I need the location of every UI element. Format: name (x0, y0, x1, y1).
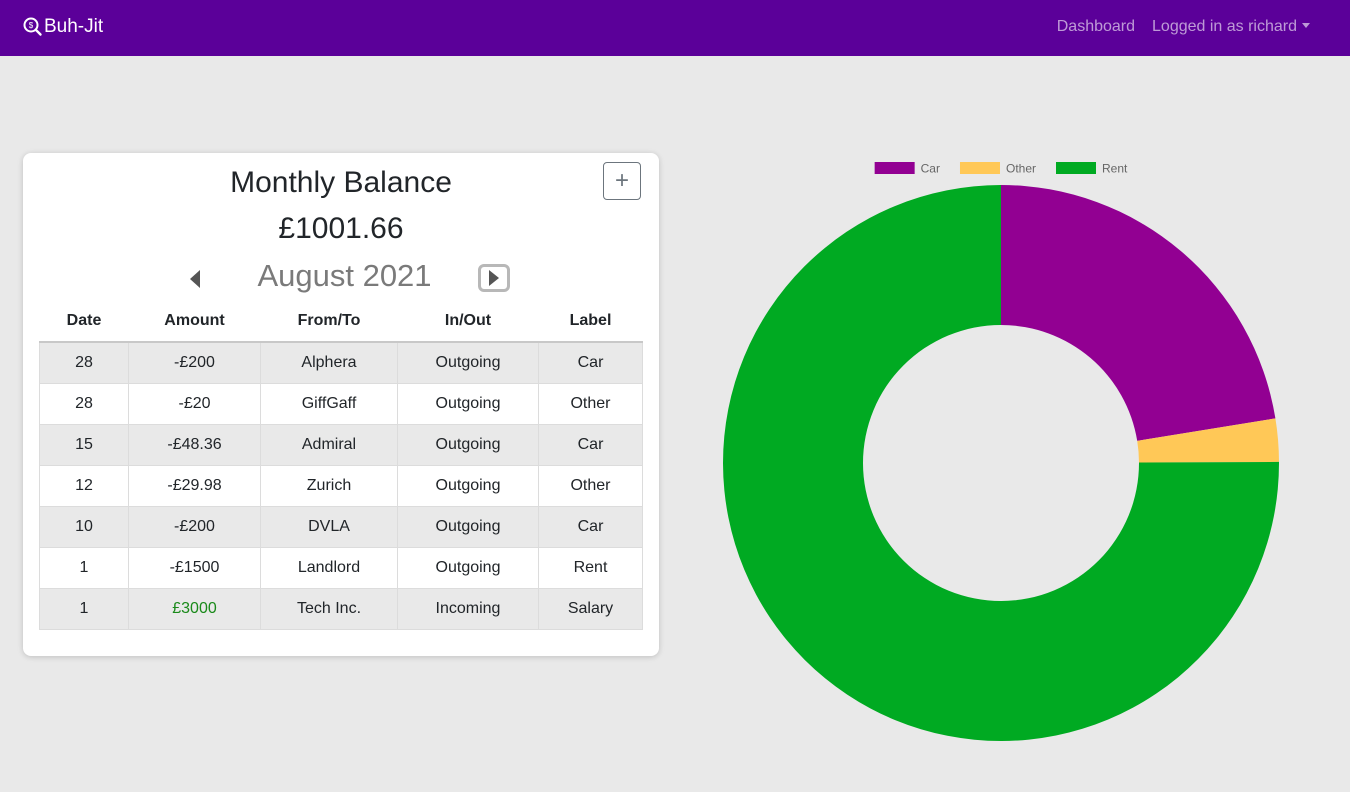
month-navigator: August 2021 (23, 255, 659, 299)
cell-from-to: DVLA (260, 506, 398, 548)
table-row[interactable]: 12 -£29.98 Zurich Outgoing Other (39, 465, 643, 507)
cell-amount: -£1500 (128, 547, 261, 589)
svg-text:$: $ (29, 21, 34, 30)
column-header-date[interactable]: Date (39, 301, 129, 343)
cell-amount: -£29.98 (128, 465, 261, 507)
column-header-from-to[interactable]: From/To (260, 301, 398, 343)
legend-label: Car (921, 162, 940, 176)
cell-date: 28 (39, 341, 129, 384)
cell-from-to: Landlord (260, 547, 398, 589)
cell-date: 1 (39, 547, 129, 589)
cell-in-out: Outgoing (397, 506, 539, 548)
cell-date: 1 (39, 588, 129, 630)
cell-from-to: GiffGaff (260, 383, 398, 425)
cell-in-out: Incoming (397, 588, 539, 630)
monthly-balance-card: Monthly Balance £1001.66 + August 2021 D… (23, 153, 659, 656)
table-row[interactable]: 28 -£200 Alphera Outgoing Car (39, 341, 643, 384)
cell-date: 15 (39, 424, 129, 466)
cell-date: 10 (39, 506, 129, 548)
user-menu-dropdown[interactable]: Logged in as richard (1152, 18, 1310, 36)
legend-item-car[interactable]: Car (874, 162, 940, 176)
table-row[interactable]: 1 £3000 Tech Inc. Incoming Salary (39, 588, 643, 630)
table-row[interactable]: 15 -£48.36 Admiral Outgoing Car (39, 424, 643, 466)
cell-label: Car (538, 506, 643, 548)
navbar: $ Buh-Jit Dashboard Logged in as richard (0, 0, 1350, 56)
legend-label: Other (1006, 162, 1036, 176)
next-month-button[interactable] (478, 264, 510, 292)
next-month-icon (489, 270, 499, 286)
balance-amount: £1001.66 (278, 212, 404, 245)
cell-in-out: Outgoing (397, 424, 539, 466)
column-header-label[interactable]: Label (538, 301, 643, 343)
caret-down-icon (1302, 23, 1310, 28)
cell-amount: -£200 (128, 341, 261, 384)
cell-label: Rent (538, 547, 643, 589)
cell-from-to: Admiral (260, 424, 398, 466)
add-transaction-button[interactable]: + (603, 162, 641, 200)
cell-amount: -£200 (128, 506, 261, 548)
cell-date: 28 (39, 383, 129, 425)
cell-amount: -£20 (128, 383, 261, 425)
cell-in-out: Outgoing (397, 547, 539, 589)
cell-in-out: Outgoing (397, 383, 539, 425)
transactions-table: Date Amount From/To In/Out Label 28 -£20… (39, 301, 643, 630)
cell-amount: -£48.36 (128, 424, 261, 466)
dashboard-link[interactable]: Dashboard (1057, 18, 1135, 36)
legend-swatch (874, 162, 915, 174)
cell-label: Other (538, 383, 643, 425)
slice-car[interactable] (1001, 185, 1276, 441)
cell-from-to: Tech Inc. (260, 588, 398, 630)
cell-in-out: Outgoing (397, 341, 539, 384)
cell-label: Salary (538, 588, 643, 630)
cell-date: 12 (39, 465, 129, 507)
table-row[interactable]: 10 -£200 DVLA Outgoing Car (39, 506, 643, 548)
user-menu-label: Logged in as richard (1152, 18, 1297, 35)
cell-from-to: Alphera (260, 341, 398, 384)
cell-in-out: Outgoing (397, 465, 539, 507)
table-row[interactable]: 1 -£1500 Landlord Outgoing Rent (39, 547, 643, 589)
card-title: Monthly Balance (230, 166, 452, 199)
legend-swatch (959, 162, 1000, 174)
cell-from-to: Zurich (260, 465, 398, 507)
month-label: August 2021 (257, 258, 432, 293)
legend-item-other[interactable]: Other (959, 162, 1036, 176)
legend-label: Rent (1102, 162, 1128, 176)
brand-link[interactable]: $ Buh-Jit (23, 16, 103, 38)
cell-amount: £3000 (128, 588, 261, 630)
nav-right: Dashboard Logged in as richard (1057, 18, 1310, 36)
chart-legend: Car Other Rent (874, 162, 1128, 176)
brand-name: Buh-Jit (44, 16, 104, 37)
cell-label: Car (538, 341, 643, 384)
chart-slices (723, 185, 1279, 742)
column-header-amount[interactable]: Amount (128, 301, 261, 343)
legend-swatch (1056, 162, 1096, 174)
spending-donut-chart: Car Other Rent (723, 162, 1279, 742)
search-money-icon: $ (23, 17, 42, 36)
table-header-row: Date Amount From/To In/Out Label (39, 301, 643, 343)
cell-label: Car (538, 424, 643, 466)
cell-label: Other (538, 465, 643, 507)
legend-item-rent[interactable]: Rent (1056, 162, 1128, 176)
table-row[interactable]: 28 -£20 GiffGaff Outgoing Other (39, 383, 643, 425)
column-header-in-out[interactable]: In/Out (397, 301, 539, 343)
